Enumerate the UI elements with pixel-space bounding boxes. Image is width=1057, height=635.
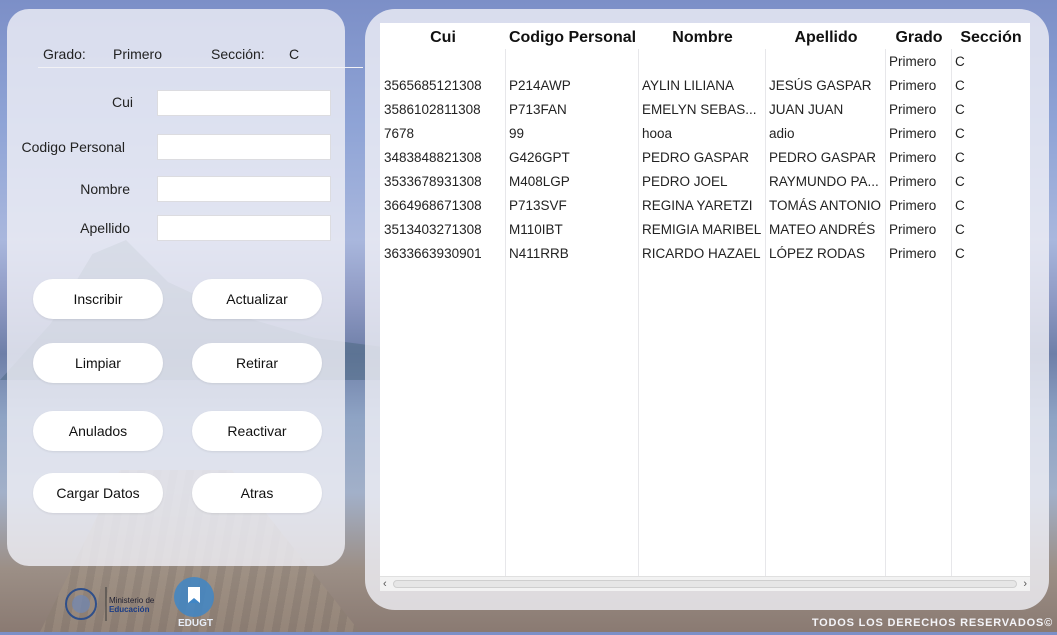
- header-cui[interactable]: Cui: [380, 29, 506, 47]
- cell-seccion: C: [955, 126, 965, 141]
- cui-input[interactable]: [157, 90, 331, 116]
- cell-cui: 3633663930901: [384, 246, 482, 261]
- cell-grado: Primero: [889, 174, 937, 189]
- cell-cui: 3533678931308: [384, 174, 482, 189]
- table-row[interactable]: 3664968671308 P713SVF REGINA YARETZI TOMÁS …: [380, 193, 1030, 217]
- cui-label: Cui: [111, 94, 133, 110]
- cell-apellido: LÓPEZ RODAS: [769, 246, 866, 261]
- cell-nombre: REMIGIA MARIBEL: [642, 222, 762, 237]
- cell-codigo: P713SVF: [509, 198, 567, 213]
- scroll-left-icon[interactable]: ‹: [383, 577, 387, 591]
- reactivar-button[interactable]: Reactivar: [192, 411, 322, 451]
- cell-cui: 3664968671308: [384, 198, 482, 213]
- cell-apellido: JUAN JUAN: [769, 102, 844, 117]
- cell-apellido: adio: [769, 126, 795, 141]
- scrollbar-thumb[interactable]: [393, 580, 1017, 588]
- cell-seccion: C: [955, 246, 965, 261]
- students-table[interactable]: Cui Codigo Personal Nombre Apellido Grad…: [380, 23, 1030, 591]
- cell-codigo: P713FAN: [509, 102, 567, 117]
- codigo-personal-label: Codigo Personal: [21, 139, 125, 155]
- cell-grado: Primero: [889, 246, 937, 261]
- grado-value: Primero: [113, 46, 163, 62]
- cell-nombre: AYLIN LILIANA: [642, 78, 735, 93]
- header-apellido[interactable]: Apellido: [766, 29, 886, 47]
- cell-seccion: C: [955, 54, 965, 69]
- apellido-input[interactable]: [157, 215, 331, 241]
- cell-codigo: M408LGP: [509, 174, 570, 189]
- edugt-laurel-icon: [174, 577, 214, 617]
- cell-codigo: M110IBT: [509, 222, 563, 237]
- cell-codigo: P214AWP: [509, 78, 571, 93]
- codigo-personal-input[interactable]: [157, 134, 331, 160]
- cell-codigo: G426GPT: [509, 150, 570, 165]
- header-grado[interactable]: Grado: [886, 29, 952, 47]
- cell-apellido: TOMÁS ANTONIO: [769, 198, 882, 213]
- edugt-text: EDUGT: [178, 618, 213, 629]
- table-row[interactable]: 3586102811308 P713FAN EMELYN SEBAS... JUAN …: [380, 97, 1030, 121]
- cell-seccion: C: [955, 174, 965, 189]
- cell-grado: Primero: [889, 150, 937, 165]
- horizontal-scrollbar[interactable]: ‹ ›: [380, 576, 1030, 591]
- copyright-footer: TODOS LOS DERECHOS RESERVADOS©: [811, 617, 1053, 629]
- header-codigo-personal[interactable]: Codigo Personal: [506, 29, 639, 47]
- header-seccion[interactable]: Sección: [952, 29, 1030, 47]
- table-row[interactable]: 3633663930901 N411RRB RICARDO HAZAEL LÓPEZ …: [380, 241, 1030, 265]
- table-row[interactable]: Primero C: [380, 49, 1030, 73]
- retirar-button[interactable]: Retirar: [192, 343, 322, 383]
- cell-cui: 7678: [384, 126, 415, 141]
- header-nombre[interactable]: Nombre: [639, 29, 766, 47]
- info-divider: [38, 67, 363, 68]
- table-row[interactable]: 7678 99 hooa adio Primero C: [380, 121, 1030, 145]
- cell-grado: Primero: [889, 78, 937, 93]
- cargar-datos-button[interactable]: Cargar Datos: [33, 473, 163, 513]
- cell-apellido: JESÚS GASPAR: [769, 78, 872, 93]
- cell-cui: 3565685121308: [384, 78, 482, 93]
- table-row[interactable]: 3513403271308 M110IBT REMIGIA MARIBEL MATEO…: [380, 217, 1030, 241]
- cell-apellido: PEDRO GASPAR: [769, 150, 877, 165]
- table-row[interactable]: 3483848821308 G426GPT PEDRO GASPAR PEDRO GA…: [380, 145, 1030, 169]
- actualizar-button[interactable]: Actualizar: [192, 279, 322, 319]
- cell-grado: Primero: [889, 54, 937, 69]
- cell-seccion: C: [955, 150, 965, 165]
- cell-nombre: REGINA YARETZI: [642, 198, 753, 213]
- cell-grado: Primero: [889, 198, 937, 213]
- cell-nombre: PEDRO JOEL: [642, 174, 728, 189]
- seccion-label: Sección:: [211, 46, 265, 62]
- scroll-right-icon[interactable]: ›: [1023, 577, 1027, 591]
- cell-grado: Primero: [889, 102, 937, 117]
- table-row[interactable]: 3533678931308 M408LGP PEDRO JOEL RAYMUNDO P…: [380, 169, 1030, 193]
- cell-apellido: MATEO ANDRÉS: [769, 222, 876, 237]
- ministerio-text: Ministerio de: [109, 596, 155, 605]
- limpiar-button[interactable]: Limpiar: [33, 343, 163, 383]
- cell-nombre: EMELYN SEBAS...: [642, 102, 757, 117]
- cell-seccion: C: [955, 78, 965, 93]
- cell-codigo: 99: [509, 126, 525, 141]
- grado-label: Grado:: [43, 46, 86, 62]
- cell-grado: Primero: [889, 222, 937, 237]
- cell-grado: Primero: [889, 126, 937, 141]
- cell-cui: 3483848821308: [384, 150, 482, 165]
- apellido-label: Apellido: [80, 220, 130, 236]
- cell-nombre: RICARDO HAZAEL: [642, 246, 761, 261]
- cell-apellido: RAYMUNDO PA...: [769, 174, 879, 189]
- atras-button[interactable]: Atras: [192, 473, 322, 513]
- inscribir-button[interactable]: Inscribir: [33, 279, 163, 319]
- cell-seccion: C: [955, 198, 965, 213]
- cell-cui: 3513403271308: [384, 222, 482, 237]
- logos: Ministerio de Educación EDUGT: [62, 575, 227, 630]
- cell-seccion: C: [955, 102, 965, 117]
- cell-nombre: PEDRO GASPAR: [642, 150, 750, 165]
- cell-cui: 3586102811308: [384, 102, 481, 117]
- nombre-label: Nombre: [80, 181, 130, 197]
- educacion-text: Educación: [109, 605, 150, 614]
- cell-codigo: N411RRB: [509, 246, 569, 261]
- anulados-button[interactable]: Anulados: [33, 411, 163, 451]
- cell-seccion: C: [955, 222, 965, 237]
- seccion-value: C: [289, 46, 300, 62]
- nombre-input[interactable]: [157, 176, 331, 202]
- cell-nombre: hooa: [642, 126, 673, 141]
- table-row[interactable]: 3565685121308 P214AWP AYLIN LILIANA JESÚS G…: [380, 73, 1030, 97]
